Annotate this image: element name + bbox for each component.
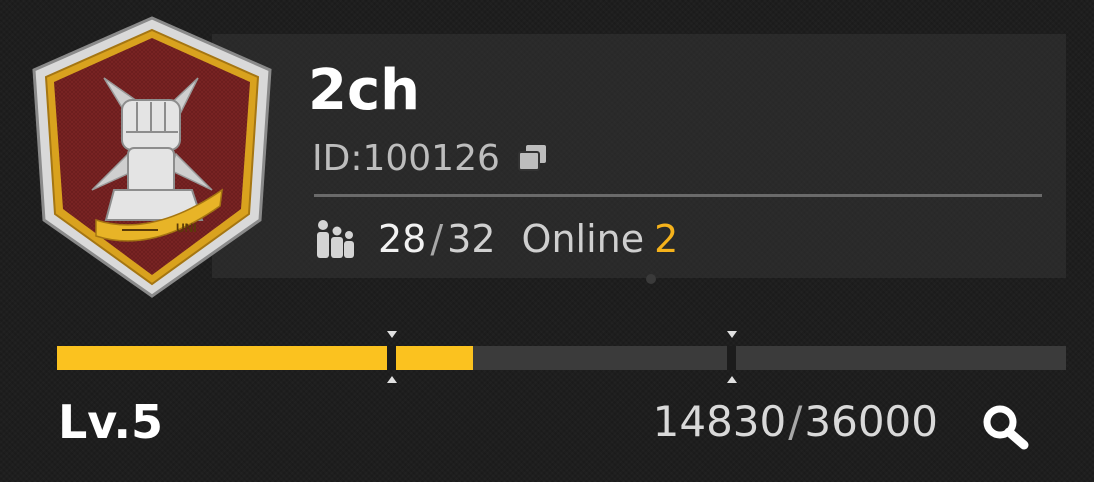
online-count: 2 — [654, 217, 679, 261]
milestone-marker-bottom — [727, 376, 737, 383]
member-count: 28 — [378, 217, 427, 261]
online-label: Online — [521, 217, 645, 261]
exp-text: 14830/36000 — [653, 396, 938, 448]
member-max: 32 — [447, 217, 496, 261]
milestone-marker-top — [387, 331, 397, 338]
panel-indicator-dot — [646, 274, 656, 284]
emblem-text: UNI — [176, 221, 197, 235]
clan-id-label: ID: — [312, 137, 363, 179]
level-progress-fill — [57, 346, 473, 370]
search-icon[interactable] — [974, 398, 1040, 456]
progress-milestone-gap — [387, 346, 396, 370]
member-separator: / — [430, 217, 444, 261]
info-divider — [314, 194, 1042, 197]
exp-max: 36000 — [804, 397, 938, 446]
clan-emblem[interactable]: UNI — [26, 14, 278, 300]
member-row: 28 / 32 Online 2 — [310, 214, 678, 264]
exp-separator: / — [788, 397, 803, 446]
clan-name: 2ch — [308, 58, 421, 123]
copy-icon[interactable] — [516, 143, 550, 173]
level-label: Lv.5 — [58, 395, 164, 449]
progress-milestone-gap — [727, 346, 736, 370]
members-icon — [317, 220, 354, 258]
exp-current: 14830 — [652, 397, 787, 446]
level-progress-bar — [57, 346, 1066, 370]
clan-id-row: ID: 100126 — [312, 136, 550, 180]
milestone-marker-bottom — [387, 376, 397, 383]
milestone-marker-top — [727, 331, 737, 338]
clan-id-value: 100126 — [362, 137, 500, 179]
